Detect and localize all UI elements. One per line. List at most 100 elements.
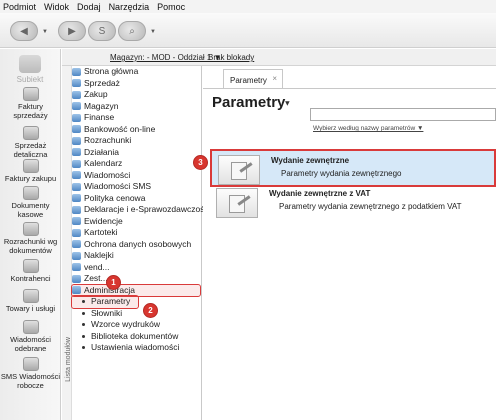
tree-item-label: vend... <box>84 261 110 272</box>
tab-label: Parametry <box>230 76 267 85</box>
tree-item-label: Sprzedaż <box>84 77 120 88</box>
products-icon <box>22 289 39 303</box>
tree-item-label: Słowniki <box>91 307 123 318</box>
list-item-wydanie-zewnetrzne[interactable]: Wydanie zewnętrzne Parametry wydania zew… <box>210 149 496 187</box>
rail-item-wiadomosci-odebrane[interactable]: Wiadomości odebrane <box>0 320 61 353</box>
tree-item-label: Polityka cenowa <box>84 192 146 203</box>
tree-item-label: Ustawienia wiadomości <box>91 342 180 352</box>
tree-item-wiadomosci[interactable]: Wiadomości <box>72 170 200 182</box>
back-icon[interactable]: ◀ <box>10 21 38 41</box>
rail-item-faktury-zakupu[interactable]: Faktury zakupu <box>0 159 61 183</box>
tree-item-strona-glowna[interactable]: Strona główna <box>72 66 200 78</box>
tree-item-naklejki[interactable]: Naklejki <box>72 250 200 262</box>
price-icon <box>72 194 81 203</box>
tree-item-zakup[interactable]: Zakup <box>72 89 200 101</box>
tree-item-slowniki[interactable]: Słowniki <box>72 308 200 320</box>
admin-icon <box>72 286 81 295</box>
finance-icon <box>72 113 81 122</box>
rail-item-label: Kontrahenci <box>10 274 51 283</box>
mail-icon <box>72 171 81 180</box>
page-title-text: Parametry <box>212 94 286 111</box>
invoice-icon <box>22 87 39 101</box>
warehouse-icon <box>72 102 81 111</box>
tree-item-deklaracje[interactable]: Deklaracje i e-Sprawozdawczość <box>72 204 209 216</box>
bullet-icon <box>82 300 85 304</box>
tree-item-vend[interactable]: vend... <box>72 262 200 274</box>
tree-item-ustawienia-wiadomosci[interactable]: Ustawienia wiadomości <box>72 342 200 354</box>
contacts-icon <box>22 259 39 273</box>
inbox-icon <box>22 320 39 334</box>
tab-parametry[interactable]: Parametry × <box>223 69 283 89</box>
tree-item-magazyn[interactable]: Magazyn <box>72 101 200 113</box>
tree-item-biblioteka[interactable]: Biblioteka dokumentów <box>72 331 200 343</box>
tree-item-parametry[interactable]: Parametry <box>71 295 139 309</box>
rail-item-kontrahenci[interactable]: Kontrahenci <box>0 259 61 283</box>
menu-narzedzia[interactable]: Narzędzia <box>109 2 150 12</box>
tree-gutter: Lista modułów <box>62 66 72 420</box>
tree-item-label: Bankowość on-line <box>84 123 156 134</box>
bullet-icon <box>82 323 85 327</box>
tree-item-finanse[interactable]: Finanse <box>72 112 200 124</box>
chevron-down-icon[interactable]: ▼ <box>42 29 48 35</box>
module-list-label: Lista modułów <box>64 337 72 382</box>
app-logo-text: Subiekt <box>16 75 44 84</box>
tree-item-label: Zest... <box>84 273 108 283</box>
toolbar: ◀ ▼ ▶ S ⌕ ▼ <box>0 13 496 48</box>
warehouse-selector[interactable]: Magazyn: - MOD - Oddział 1 ▼ <box>110 53 222 62</box>
tree-item-ochrona-danych[interactable]: Ochrona danych osobowych <box>72 239 200 251</box>
rail-item-sms[interactable]: SMS Wiadomości robocze <box>0 357 61 390</box>
tree-item-label: Ewidencje <box>84 215 123 226</box>
menu-pomoc[interactable]: Pomoc <box>157 2 185 12</box>
chevron-down-icon[interactable]: ▼ <box>150 29 156 35</box>
page-title[interactable]: Parametry▾ <box>212 94 289 111</box>
tree-item-wiadomosci-sms[interactable]: Wiadomości SMS <box>72 181 200 193</box>
rail-item-dokumenty-kasowe[interactable]: Dokumenty kasowe <box>0 186 61 219</box>
records-icon <box>72 217 81 226</box>
vendor-icon <box>72 263 81 272</box>
tree-item-zest[interactable]: Zest... <box>72 273 200 285</box>
tree-item-kartoteki[interactable]: Kartoteki <box>72 227 200 239</box>
step-badge-2: 2 <box>143 303 158 318</box>
shield-icon <box>72 240 81 249</box>
refresh-icon[interactable]: S <box>88 21 116 41</box>
close-icon[interactable]: × <box>272 74 277 83</box>
tree-item-ewidencje[interactable]: Ewidencje <box>72 216 200 228</box>
tree-item-label: Wiadomości SMS <box>84 181 152 191</box>
settlements-icon <box>22 222 39 236</box>
rail-item-label: Sprzedaż detaliczna <box>13 141 48 159</box>
actions-icon <box>72 148 81 157</box>
tree-item-administracja[interactable]: Administracja <box>71 283 201 297</box>
rail-item-sprzedaz-detaliczna[interactable]: Sprzedaż detaliczna <box>0 126 61 159</box>
rail-item-towary[interactable]: Towary i usługi <box>0 289 61 313</box>
list-item-subtitle: Parametry wydania zewnętrznego z podatki… <box>279 202 462 211</box>
tree-item-sprzedaz[interactable]: Sprzedaż <box>72 78 200 90</box>
filter-dropdown[interactable]: Wybierz według nazwy parametrów ▼ <box>313 125 423 132</box>
lock-status-link[interactable]: Brak blokady <box>208 53 254 62</box>
rail-item-faktury-sprzedazy[interactable]: Faktury sprzedaży <box>0 87 61 120</box>
step-badge-3: 3 <box>193 155 208 170</box>
forward-icon[interactable]: ▶ <box>58 21 86 41</box>
tree-item-dzialania[interactable]: Działania <box>72 147 200 159</box>
search-icon[interactable]: ⌕ <box>118 21 146 41</box>
sms-icon <box>22 357 39 371</box>
rail-item-label: SMS Wiadomości robocze <box>0 372 61 390</box>
module-tree: Lista modułów Strona główna Sprzedaż Zak… <box>62 66 209 420</box>
tree-item-kalendarz[interactable]: Kalendarz <box>72 158 200 170</box>
tree-item-wzorce-wydrukow[interactable]: Wzorce wydruków <box>72 319 200 331</box>
logo-icon <box>19 55 41 73</box>
purchase-icon <box>22 159 39 173</box>
tree-item-label: Rozrachunki <box>84 135 132 145</box>
menu-dodaj[interactable]: Dodaj <box>77 2 101 12</box>
tree-item-polityka-cenowa[interactable]: Polityka cenowa <box>72 193 200 205</box>
list-item-wydanie-zewnetrzne-vat[interactable]: Wydanie zewnętrzne z VAT Parametry wydan… <box>210 184 496 222</box>
tree-item-label: Magazyn <box>84 100 119 111</box>
rail-item-rozrachunki[interactable]: Rozrachunki wg dokumentów <box>0 222 61 255</box>
menu-podmiot[interactable]: Podmiot <box>3 2 36 12</box>
menu-widok[interactable]: Widok <box>44 2 69 12</box>
content-panel: Parametry × Parametry▾ Wybierz według na… <box>203 66 496 420</box>
document-edit-icon <box>216 188 258 218</box>
bullet-icon <box>82 311 85 315</box>
search-input[interactable] <box>310 108 496 121</box>
tree-item-rozrachunki[interactable]: Rozrachunki <box>72 135 200 147</box>
tree-item-bankowosc[interactable]: Bankowość on-line <box>72 124 200 136</box>
